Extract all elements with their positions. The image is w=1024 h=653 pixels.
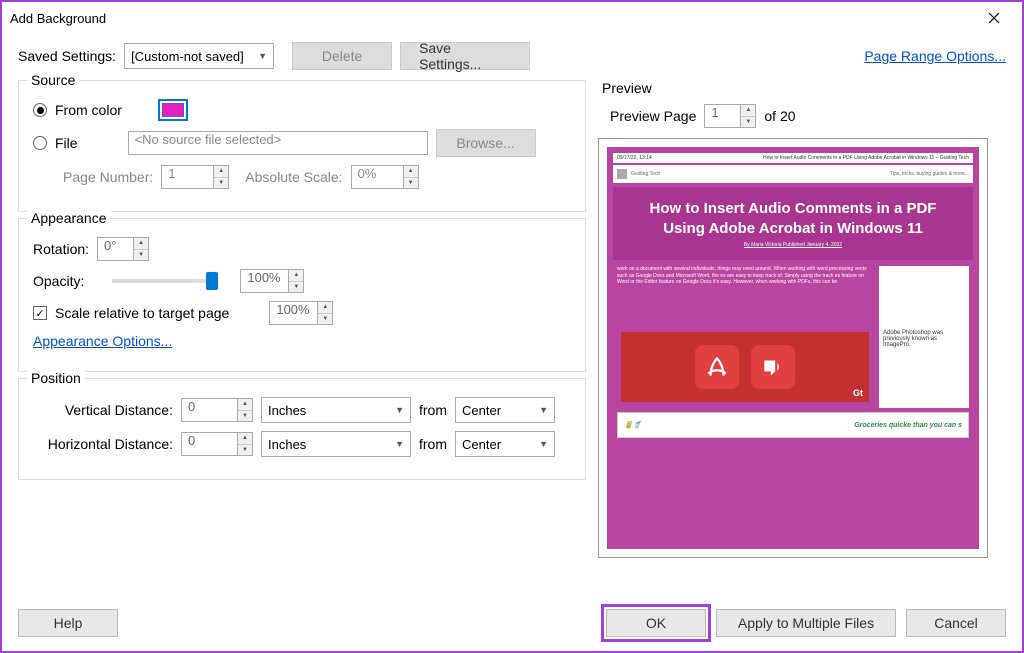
chevron-down-icon: ▼ xyxy=(395,405,404,415)
spin-up-icon[interactable]: ▲ xyxy=(134,238,148,250)
dialog-window: Add Background Saved Settings: [Custom-n… xyxy=(0,0,1024,653)
page-preview: 09/17/22, 13:14 How to Insert Audio Comm… xyxy=(607,147,979,549)
spin-down-icon[interactable]: ▼ xyxy=(134,250,148,261)
help-button[interactable]: Help xyxy=(18,609,118,637)
from-label: from xyxy=(419,402,447,418)
spin-down-icon[interactable]: ▼ xyxy=(238,411,252,422)
doc-header-right: How to Insert Audio Comments in a PDF Us… xyxy=(763,155,969,161)
spin-up-icon[interactable]: ▲ xyxy=(238,399,252,411)
horizontal-distance-spinner[interactable]: 0 ▲▼ xyxy=(181,432,253,456)
scale-relative-label: Scale relative to target page xyxy=(55,305,229,321)
gt-badge: Gt xyxy=(853,388,863,398)
chevron-down-icon: ▼ xyxy=(539,405,548,415)
spin-down-icon[interactable]: ▼ xyxy=(741,117,755,128)
cancel-button[interactable]: Cancel xyxy=(906,609,1006,637)
spin-up-icon[interactable]: ▲ xyxy=(741,105,755,117)
acrobat-icon xyxy=(695,345,739,389)
page-range-options-link[interactable]: Page Range Options... xyxy=(864,48,1006,64)
spin-up-icon[interactable]: ▲ xyxy=(214,166,228,178)
spin-down-icon[interactable]: ▼ xyxy=(289,282,303,293)
from-color-label: From color xyxy=(55,102,122,118)
spin-down-icon[interactable]: ▼ xyxy=(404,178,418,189)
spin-up-icon[interactable]: ▲ xyxy=(289,270,303,282)
preview-box: 09/17/22, 13:14 How to Insert Audio Comm… xyxy=(598,138,988,558)
vertical-distance-spinner[interactable]: 0 ▲▼ xyxy=(181,398,253,422)
ok-button[interactable]: OK xyxy=(606,609,706,637)
spin-down-icon[interactable]: ▼ xyxy=(318,314,332,325)
doc-brand: Guiding Tech xyxy=(631,171,660,177)
position-group-title: Position xyxy=(27,370,85,386)
sidebar-note: Adobe Photoshop was previously known as … xyxy=(879,326,969,408)
brand-logo-icon xyxy=(617,169,627,179)
page-number-label: Page Number: xyxy=(63,169,153,185)
saved-settings-label: Saved Settings: xyxy=(18,48,116,64)
source-group-title: Source xyxy=(27,72,79,88)
doc-byline: By Maria Victoria Published January 4, 2… xyxy=(633,242,953,248)
preview-group: Preview Preview Page 1 ▲▼ of 20 09/17/22… xyxy=(598,80,1006,558)
appearance-group: Appearance Rotation: 0° ▲▼ Opacity: xyxy=(18,218,586,372)
spin-up-icon[interactable]: ▲ xyxy=(238,433,252,445)
spin-down-icon[interactable]: ▼ xyxy=(238,445,252,456)
horizontal-unit-dropdown[interactable]: Inches▼ xyxy=(261,431,411,457)
doc-title: How to Insert Audio Comments in a PDF Us… xyxy=(633,199,953,238)
from-label: from xyxy=(419,436,447,452)
absolute-scale-label: Absolute Scale: xyxy=(245,169,342,185)
horizontal-from-dropdown[interactable]: Center▼ xyxy=(455,431,555,457)
opacity-slider[interactable] xyxy=(112,279,212,283)
rotation-label: Rotation: xyxy=(33,241,89,257)
color-swatch[interactable] xyxy=(158,99,188,121)
spin-down-icon[interactable]: ▼ xyxy=(214,178,228,189)
vertical-distance-label: Vertical Distance: xyxy=(33,402,173,418)
close-button[interactable] xyxy=(974,4,1014,32)
appearance-group-title: Appearance xyxy=(27,210,111,226)
opacity-spinner[interactable]: 100% ▲▼ xyxy=(240,269,304,293)
file-path-input[interactable]: <No source file selected> xyxy=(128,131,428,155)
page-number-spinner[interactable]: 1 ▲▼ xyxy=(161,165,229,189)
window-title: Add Background xyxy=(10,11,974,26)
chevron-down-icon: ▼ xyxy=(539,439,548,449)
ad-strip: 🥫🥤 Groceries quicke than you can s xyxy=(617,412,969,438)
from-color-radio[interactable] xyxy=(33,103,47,117)
chevron-down-icon: ▼ xyxy=(258,51,267,61)
vertical-unit-dropdown[interactable]: Inches▼ xyxy=(261,397,411,423)
vertical-from-dropdown[interactable]: Center▼ xyxy=(455,397,555,423)
saved-settings-value: [Custom-not saved] xyxy=(131,49,244,64)
horizontal-distance-label: Horizontal Distance: xyxy=(33,436,173,452)
preview-page-label: Preview Page xyxy=(610,108,696,124)
appearance-options-link[interactable]: Appearance Options... xyxy=(33,333,172,349)
delete-button[interactable]: Delete xyxy=(292,42,392,70)
apply-multiple-button[interactable]: Apply to Multiple Files xyxy=(716,609,896,637)
scale-spinner[interactable]: 100% ▲▼ xyxy=(269,301,333,325)
doc-tagline: Tips, tricks, buying guides & more... xyxy=(890,171,969,177)
spin-up-icon[interactable]: ▲ xyxy=(318,302,332,314)
titlebar: Add Background xyxy=(2,2,1022,34)
position-group: Position Vertical Distance: 0 ▲▼ Inches▼… xyxy=(18,378,586,480)
sidebar-box xyxy=(879,266,969,326)
opacity-label: Opacity: xyxy=(33,273,84,289)
chevron-down-icon: ▼ xyxy=(395,439,404,449)
scale-relative-checkbox[interactable]: ✓ xyxy=(33,306,47,320)
file-label: File xyxy=(55,135,78,151)
browse-button[interactable]: Browse... xyxy=(436,129,536,157)
save-settings-button[interactable]: Save Settings... xyxy=(400,42,530,70)
preview-group-title: Preview xyxy=(602,80,652,96)
file-radio[interactable] xyxy=(33,136,47,150)
source-group: Source From color File <No source file s… xyxy=(18,80,586,212)
red-banner: Gt xyxy=(621,332,869,402)
preview-page-spinner[interactable]: 1 ▲▼ xyxy=(704,104,756,128)
audio-icon xyxy=(751,345,795,389)
absolute-scale-spinner[interactable]: 0% ▲▼ xyxy=(351,165,419,189)
doc-header-left: 09/17/22, 13:14 xyxy=(617,155,652,161)
preview-of-label: of 20 xyxy=(764,108,795,124)
saved-settings-dropdown[interactable]: [Custom-not saved] ▼ xyxy=(124,43,274,69)
doc-body-text: work on a document with several individu… xyxy=(617,266,873,326)
rotation-spinner[interactable]: 0° ▲▼ xyxy=(97,237,149,261)
spin-up-icon[interactable]: ▲ xyxy=(404,166,418,178)
